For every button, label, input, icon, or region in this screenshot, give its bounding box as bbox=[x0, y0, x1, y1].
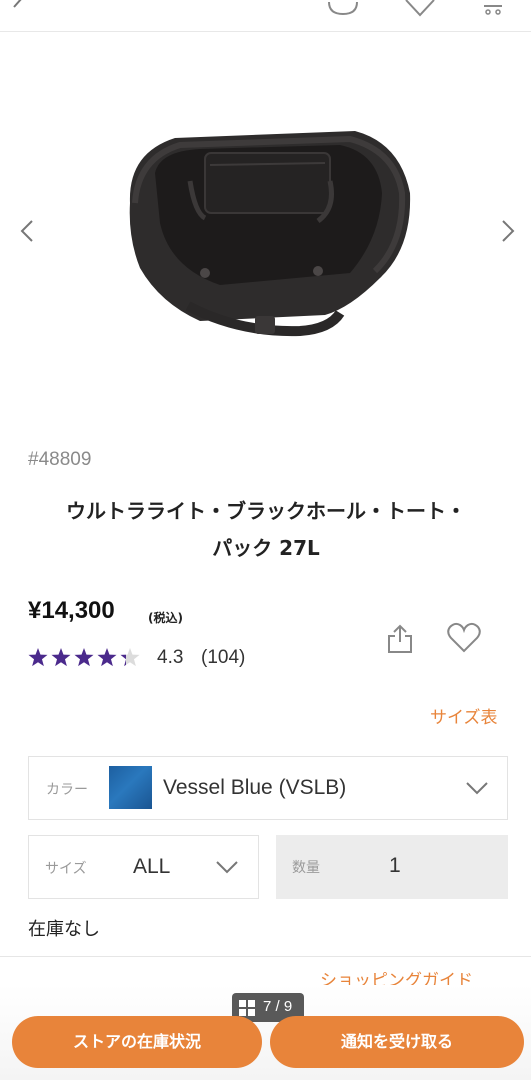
back-icon[interactable] bbox=[8, 0, 28, 26]
star-icon bbox=[120, 648, 140, 667]
size-label: サイズ bbox=[45, 861, 87, 877]
tax-label: (税込) bbox=[148, 611, 183, 625]
size-value: ALL bbox=[133, 855, 171, 878]
stock-status: 在庫なし bbox=[28, 919, 100, 940]
product-price: ¥14,300 bbox=[28, 597, 115, 624]
section-divider bbox=[0, 956, 531, 957]
quantity-field: 数量 1 bbox=[276, 835, 508, 899]
cart-icon[interactable] bbox=[480, 0, 508, 26]
color-selector[interactable]: カラー Vessel Blue (VSLB) bbox=[28, 756, 508, 820]
image-counter-text: 7 / 9 bbox=[263, 998, 293, 1015]
quantity-value: 1 bbox=[389, 854, 401, 877]
shopping-guide-link[interactable]: ショッピングガイド bbox=[320, 966, 473, 986]
product-title-line1: ウルトラライト・ブラックホール・トート・ bbox=[66, 499, 466, 523]
top-nav-bar bbox=[0, 0, 531, 32]
chevron-down-icon bbox=[215, 858, 239, 880]
favorite-heart-icon[interactable] bbox=[446, 622, 482, 658]
store-stock-button[interactable]: ストアの在庫状況 bbox=[12, 1016, 262, 1068]
star-icon bbox=[28, 648, 48, 667]
quantity-label: 数量 bbox=[292, 860, 320, 876]
gallery-next-arrow[interactable] bbox=[497, 213, 517, 249]
size-chart-link[interactable]: サイズ表 bbox=[430, 703, 498, 728]
gallery-prev-arrow[interactable] bbox=[18, 213, 38, 249]
product-image bbox=[129, 131, 411, 337]
star-icon bbox=[97, 648, 117, 667]
color-swatch bbox=[109, 766, 152, 809]
chevron-down-icon bbox=[465, 779, 489, 801]
notify-button[interactable]: 通知を受け取る bbox=[270, 1016, 524, 1068]
product-title: ウルトラライト・ブラックホール・トート・ パック 27L bbox=[16, 493, 516, 567]
chat-icon[interactable] bbox=[326, 0, 360, 26]
product-sku: #48809 bbox=[28, 449, 92, 470]
color-label: カラー bbox=[46, 782, 88, 798]
share-icon[interactable] bbox=[385, 620, 415, 660]
size-selector[interactable]: サイズ ALL bbox=[28, 835, 259, 899]
rating-value: 4.3 bbox=[157, 647, 184, 668]
review-count[interactable]: (104) bbox=[201, 647, 245, 669]
color-value: Vessel Blue (VSLB) bbox=[163, 776, 347, 799]
star-icon bbox=[74, 648, 94, 667]
product-title-line2: パック 27L bbox=[212, 536, 320, 560]
star-icon bbox=[51, 648, 71, 667]
heart-icon[interactable] bbox=[403, 0, 437, 26]
rating-stars bbox=[28, 648, 140, 667]
product-image-gallery[interactable] bbox=[0, 33, 531, 423]
